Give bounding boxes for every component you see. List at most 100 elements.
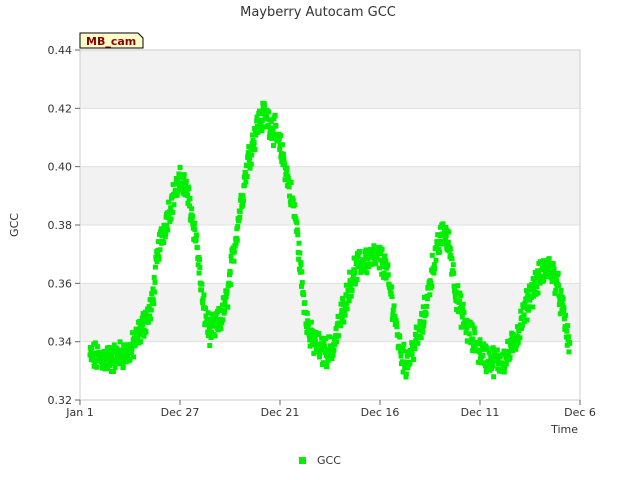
- data-point: [201, 292, 207, 298]
- data-point: [148, 307, 154, 313]
- data-point: [385, 262, 391, 268]
- data-point: [295, 232, 301, 238]
- data-point: [192, 227, 198, 233]
- data-point: [237, 214, 243, 220]
- data-point: [461, 309, 467, 315]
- data-point: [251, 140, 257, 146]
- data-point: [301, 292, 307, 298]
- data-point: [494, 347, 500, 353]
- data-point: [222, 299, 228, 305]
- data-point: [352, 281, 358, 287]
- data-point: [143, 329, 149, 335]
- data-point: [352, 269, 358, 275]
- data-point: [151, 301, 157, 307]
- data-point: [330, 352, 336, 358]
- data-point: [152, 289, 158, 295]
- data-point: [316, 331, 322, 337]
- legend[interactable]: GCC: [299, 454, 341, 467]
- data-point: [433, 257, 439, 263]
- data-point: [555, 270, 561, 276]
- data-point: [341, 319, 347, 325]
- x-tick-label: Dec 27: [161, 406, 200, 419]
- data-point: [409, 351, 415, 357]
- data-point: [490, 363, 496, 369]
- x-axis: Jan 1 Dec 27 Dec 21 Dec 16 Dec 11 Dec 6: [65, 400, 596, 419]
- data-point: [471, 325, 477, 331]
- data-point: [252, 147, 258, 153]
- data-point: [197, 264, 203, 270]
- data-point: [346, 298, 352, 304]
- data-point: [152, 279, 158, 285]
- data-point: [181, 172, 187, 178]
- data-point: [183, 178, 189, 184]
- data-point: [560, 296, 566, 302]
- data-point: [266, 109, 272, 115]
- data-point: [240, 198, 246, 204]
- data-point: [450, 262, 456, 268]
- data-point: [156, 256, 162, 262]
- data-point: [189, 213, 195, 219]
- data-point: [194, 232, 200, 238]
- data-point: [147, 316, 153, 322]
- x-tick-label: Dec 11: [461, 406, 500, 419]
- data-point: [421, 319, 427, 325]
- data-point: [161, 240, 167, 246]
- data-point: [556, 283, 562, 289]
- data-point: [243, 179, 249, 185]
- data-point: [302, 300, 308, 306]
- data-point: [567, 339, 573, 345]
- legend-marker: [299, 457, 306, 464]
- data-point: [299, 269, 305, 275]
- data-point: [517, 335, 523, 341]
- data-point: [447, 246, 453, 252]
- data-point: [171, 202, 177, 208]
- data-point: [212, 333, 218, 339]
- data-point: [507, 354, 513, 360]
- data-point: [192, 220, 198, 226]
- data-point: [558, 287, 564, 293]
- data-point: [535, 290, 541, 296]
- data-point: [138, 339, 144, 345]
- data-point: [460, 301, 466, 307]
- data-point: [277, 132, 283, 138]
- data-point: [491, 374, 497, 380]
- x-tick-label: Dec 6: [564, 406, 596, 419]
- data-point: [429, 283, 435, 289]
- data-point: [198, 287, 204, 293]
- y-tick-label: 0.44: [48, 44, 73, 57]
- data-point: [348, 293, 354, 299]
- y-axis: 0.320.340.360.380.400.420.44: [48, 44, 80, 407]
- data-point: [286, 184, 292, 190]
- data-point: [401, 341, 407, 347]
- data-point: [501, 369, 507, 375]
- data-point: [342, 312, 348, 318]
- data-point: [423, 311, 429, 317]
- data-point: [566, 349, 572, 355]
- data-point: [272, 112, 278, 118]
- data-point: [151, 274, 157, 280]
- data-point: [455, 283, 461, 289]
- data-point: [564, 328, 570, 334]
- data-point: [280, 151, 286, 157]
- data-point: [308, 319, 314, 325]
- data-point: [294, 227, 300, 233]
- data-point: [280, 142, 286, 148]
- data-point: [480, 353, 486, 359]
- data-point: [261, 102, 267, 108]
- data-point: [296, 240, 302, 246]
- data-point: [187, 195, 193, 201]
- data-point: [291, 202, 297, 208]
- data-point: [194, 244, 200, 250]
- data-point: [231, 249, 237, 255]
- data-point: [336, 333, 342, 339]
- data-point: [446, 229, 452, 235]
- data-point: [152, 264, 158, 270]
- y-tick-label: 0.34: [48, 336, 73, 349]
- data-point: [228, 282, 234, 288]
- data-point: [389, 294, 395, 300]
- data-point: [298, 262, 304, 268]
- data-point: [391, 303, 397, 309]
- data-point: [524, 317, 530, 323]
- data-point: [354, 276, 360, 282]
- data-point: [466, 331, 472, 337]
